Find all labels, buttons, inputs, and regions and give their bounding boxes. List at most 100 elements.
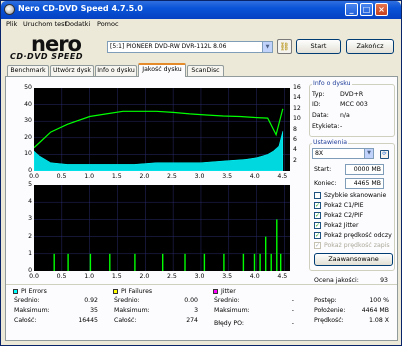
menu-pomoc[interactable]: Pomoc xyxy=(97,20,119,28)
start-field[interactable]: 0000 MB xyxy=(345,164,384,175)
top-right-tick-label: 10 xyxy=(293,115,301,123)
tab-benchmark[interactable]: Benchmark xyxy=(7,65,49,76)
pi-failures-bar xyxy=(276,219,278,271)
pi-failures-avg-label: Średnio: xyxy=(114,297,140,304)
pi-failures-bar xyxy=(265,236,267,271)
pi-failures-bar xyxy=(270,253,272,271)
info-date-value: n/a xyxy=(340,112,350,119)
title-bar[interactable]: Nero CD-DVD Speed 4.7.5.0 _ □ × xyxy=(1,1,401,19)
show-write-speed-label: Pokaż prędkość zapis xyxy=(324,242,390,249)
top-left-tick-label: 10 xyxy=(24,150,32,158)
show-read-speed-checkbox[interactable]: ✓ xyxy=(314,232,321,239)
pi-failures-total-value: 274 xyxy=(186,317,198,324)
top-x-tick-label: 4.0 xyxy=(249,173,260,180)
link-drive-button[interactable]: ⛓ xyxy=(277,39,292,54)
pif-chart xyxy=(34,185,290,271)
maximize-button[interactable]: □ xyxy=(360,3,373,16)
app-icon xyxy=(4,4,15,15)
chevron-down-icon[interactable]: ▼ xyxy=(262,42,272,52)
pi-failures-avg-value: 0.00 xyxy=(184,297,198,304)
end-label: Koniec: xyxy=(314,180,337,187)
info-type-label: Typ: xyxy=(312,91,325,98)
disc-quality-panel: 50 40 30 20 10 0 16 14 12 10 8 6 4 2 0.0 0.5 1.0 1.5 2.0… xyxy=(5,76,398,341)
menu-dodatki[interactable]: Dodatki xyxy=(65,20,90,28)
close-button[interactable]: × xyxy=(375,3,388,16)
pi-failures-bar xyxy=(280,253,282,271)
bottom-x-tick-label: 1.5 xyxy=(111,273,122,280)
top-x-tick-label: 4.5 xyxy=(277,173,288,180)
advanced-button[interactable]: Zaawansowane xyxy=(314,253,393,266)
pi-failures-total-label: Całość: xyxy=(114,317,137,324)
top-x-tick-label: 3.0 xyxy=(194,173,205,180)
pi-failures-bar xyxy=(203,253,206,271)
bottom-chart xyxy=(34,185,290,271)
show-c1-pie-checkbox[interactable]: ✓ xyxy=(314,202,321,209)
top-left-tick-label: 30 xyxy=(24,117,32,125)
pi-failures-bar xyxy=(89,253,92,271)
bottom-left-tick-label: 1 xyxy=(28,249,32,257)
pi-failures-swatch xyxy=(113,289,118,294)
progress-label: Postęp: xyxy=(314,297,337,304)
bottom-left-tick-label: 2 xyxy=(28,232,32,240)
bottom-x-tick-label: 4.5 xyxy=(277,273,288,280)
bottom-x-tick-label: 3.0 xyxy=(194,273,205,280)
top-x-tick-label: 0.5 xyxy=(56,173,67,180)
jitter-avg-value: - xyxy=(291,297,294,304)
stats-separator xyxy=(6,284,397,285)
read-speed-series xyxy=(33,108,284,149)
start-button[interactable]: Start xyxy=(296,39,341,54)
top-left-tick-label: 20 xyxy=(24,133,32,141)
quick-scan-label: Szybkie skanowanie xyxy=(324,192,387,199)
pi-errors-total-label: Całość: xyxy=(14,317,37,324)
settings-heading: Ustawienia xyxy=(312,139,348,146)
pi-failures-heading: PI Failures xyxy=(121,288,153,295)
quick-scan-checkbox[interactable] xyxy=(314,192,321,199)
menu-plik[interactable]: Plik xyxy=(6,20,17,28)
jitter-heading: Jitter xyxy=(221,288,236,295)
refresh-icon[interactable]: ⟳ xyxy=(380,150,389,159)
drive-select[interactable]: [5:1] PIONEER DVD-RW DVR-112L 8.06 ▼ xyxy=(107,41,273,53)
info-id-label: ID: xyxy=(312,101,321,108)
show-c2-pif-checkbox[interactable]: ✓ xyxy=(314,212,321,219)
pi-failures-bar xyxy=(223,253,225,271)
bottom-left-tick-label: 4 xyxy=(28,198,32,206)
po-errors-label: Błędy PO: xyxy=(214,320,244,327)
show-jitter-label: Pokaż Jitter xyxy=(324,222,359,229)
speed-select-value: 8X xyxy=(315,150,324,157)
pi-failures-bar xyxy=(253,253,256,271)
show-write-speed-checkbox: ✓ xyxy=(314,242,321,249)
top-x-tick-label: 1.0 xyxy=(84,173,95,180)
exit-button[interactable]: Zakończ xyxy=(346,39,394,54)
tab-info-o-dysku[interactable]: Info o dysku xyxy=(95,65,137,76)
top-right-tick-label: 4 xyxy=(293,146,297,154)
show-c1-pie-label: Pokaż C1/PIE xyxy=(324,202,364,209)
pi-errors-heading: PI Errors xyxy=(21,288,47,295)
info-label-value: - xyxy=(340,123,343,130)
tab-utworz-dysk[interactable]: Utwórz dysk xyxy=(50,65,94,76)
speed-select[interactable]: 8X ▼ xyxy=(312,148,374,159)
bottom-left-tick-label: 3 xyxy=(28,215,32,223)
pi-errors-max-value: 35 xyxy=(90,307,98,314)
info-id-value: MCC 003 xyxy=(340,101,368,108)
show-jitter-checkbox[interactable]: ✓ xyxy=(314,222,321,229)
jitter-avg-label: Średnio: xyxy=(214,297,240,304)
bottom-x-tick-label: 2.5 xyxy=(167,273,177,280)
pi-failures-bar xyxy=(162,253,164,271)
speed-chevron-down-icon[interactable]: ▼ xyxy=(364,149,373,158)
menu-bar: Plik Uruchom test Dodatki Pomoc xyxy=(1,19,401,30)
menu-uruchom-test[interactable]: Uruchom test xyxy=(23,20,67,28)
end-field[interactable]: 4465 MB xyxy=(345,178,384,189)
top-chart xyxy=(33,88,290,172)
pi-failures-bar xyxy=(259,253,261,271)
pi-failures-bar xyxy=(53,253,55,271)
bottom-x-tick-label: 2.0 xyxy=(139,273,150,280)
quality-value: 93 xyxy=(380,277,388,284)
pie-speed-chart xyxy=(33,88,290,172)
pi-errors-avg-value: 0.92 xyxy=(84,297,98,304)
window-title: Nero CD-DVD Speed 4.7.5.0 xyxy=(18,4,143,13)
bottom-x-tick-label: 1.0 xyxy=(84,273,95,280)
bottom-x-tick-label: 0.5 xyxy=(56,273,67,280)
tab-scandisc[interactable]: ScanDisc xyxy=(187,65,224,76)
tab-jakosc-dysku[interactable]: Jakość dysku xyxy=(138,63,186,77)
minimize-button[interactable]: _ xyxy=(345,3,358,16)
